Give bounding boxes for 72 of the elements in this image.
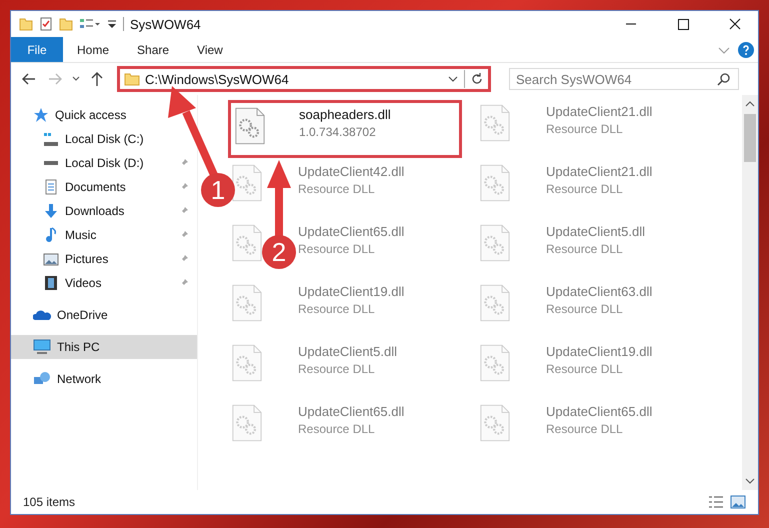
ribbon-tab[interactable]: Home	[63, 37, 124, 62]
file-detail: Resource DLL	[298, 362, 376, 376]
view-menu-icon[interactable]	[79, 17, 101, 31]
sidebar-item[interactable]: Pictures	[65, 252, 108, 266]
download-arrow-icon	[43, 203, 59, 219]
details-view-icon[interactable]	[708, 495, 724, 509]
file-name[interactable]: UpdateClient19.dll	[298, 284, 404, 299]
scrollbar[interactable]	[742, 95, 758, 490]
file-name[interactable]: UpdateClient65.dll	[546, 404, 652, 419]
item-count: 105 items	[23, 495, 76, 509]
sidebar-item[interactable]: Quick access	[55, 108, 126, 122]
file-detail: Resource DLL	[298, 182, 376, 196]
folder-icon[interactable]	[19, 17, 33, 31]
refresh-icon[interactable]	[470, 72, 484, 86]
sidebar-item[interactable]: Local Disk (D:)	[65, 156, 144, 170]
sidebar-item[interactable]: Music	[65, 228, 96, 242]
sidebar-item[interactable]: Documents	[65, 180, 126, 194]
scroll-down-icon[interactable]	[745, 477, 755, 485]
sidebar-item[interactable]: This PC	[57, 340, 100, 354]
file-name[interactable]: UpdateClient63.dll	[546, 284, 652, 299]
sidebar-item[interactable]: Downloads	[65, 204, 124, 218]
scroll-up-icon[interactable]	[745, 100, 755, 108]
dll-file-icon[interactable]	[235, 107, 265, 145]
file-name[interactable]: UpdateClient21.dll	[546, 164, 652, 179]
file-detail: Resource DLL	[298, 422, 376, 436]
sidebar-item[interactable]: OneDrive	[57, 308, 108, 322]
window-title: SysWOW64	[130, 16, 201, 32]
star-icon	[33, 107, 49, 123]
file-detail: Resource DLL	[546, 422, 624, 436]
drive-icon	[44, 161, 58, 165]
ribbon-tab[interactable]: View	[183, 37, 237, 62]
large-icons-view-icon[interactable]	[730, 495, 746, 509]
address-path: C:\Windows\SysWOW64	[145, 72, 289, 86]
monitor-icon	[33, 339, 51, 355]
file-name[interactable]: UpdateClient21.dll	[546, 104, 652, 119]
file-detail: Resource DLL	[546, 182, 624, 196]
file-name[interactable]: soapheaders.dll	[299, 107, 391, 122]
ribbon-tab[interactable]: Share	[123, 37, 184, 62]
music-note-icon	[43, 227, 59, 243]
document-icon	[43, 179, 59, 195]
file-detail: Resource DLL	[546, 362, 624, 376]
scrollbar-thumb[interactable]	[744, 114, 756, 162]
file-name[interactable]: UpdateClient42.dll	[298, 164, 404, 179]
ribbon-tab[interactable]: File	[11, 37, 63, 62]
search-icon	[717, 72, 731, 86]
sidebar-item[interactable]: Network	[57, 372, 102, 386]
file-name[interactable]: UpdateClient65.dll	[298, 404, 404, 419]
file-detail: Resource DLL	[546, 302, 624, 316]
file-name[interactable]: UpdateClient5.dll	[298, 344, 398, 359]
properties-icon[interactable]	[39, 17, 53, 31]
chevron-icon[interactable]	[718, 44, 730, 54]
file-name[interactable]: UpdateClient65.dll	[298, 224, 404, 239]
address-bar[interactable]: C:\Windows\SysWOW64	[117, 66, 491, 92]
file-name[interactable]: UpdateClient5.dll	[546, 224, 646, 239]
folder-icon	[124, 71, 140, 87]
help-icon[interactable]	[738, 42, 754, 58]
file-detail: Resource DLL	[298, 242, 376, 256]
file-name[interactable]: UpdateClient19.dll	[546, 344, 652, 359]
network-globe-icon	[33, 371, 51, 387]
film-icon	[43, 275, 59, 291]
new-folder-icon[interactable]	[59, 17, 73, 31]
sidebar-item[interactable]: Local Disk (C:)	[65, 132, 144, 146]
search-field[interactable]: Search SysWOW64	[509, 68, 739, 90]
dll-file-icon[interactable]	[232, 164, 262, 202]
file-detail: Resource DLL	[546, 122, 624, 136]
file-detail: Resource DLL	[546, 242, 624, 256]
selected-row-highlight[interactable]: This PC	[11, 335, 197, 359]
sidebar-item[interactable]: Videos	[65, 276, 102, 290]
drive-icon	[43, 131, 59, 147]
file-detail: 1.0.734.38702	[299, 125, 377, 139]
file-detail: Resource DLL	[298, 302, 376, 316]
picture-icon	[43, 251, 59, 267]
